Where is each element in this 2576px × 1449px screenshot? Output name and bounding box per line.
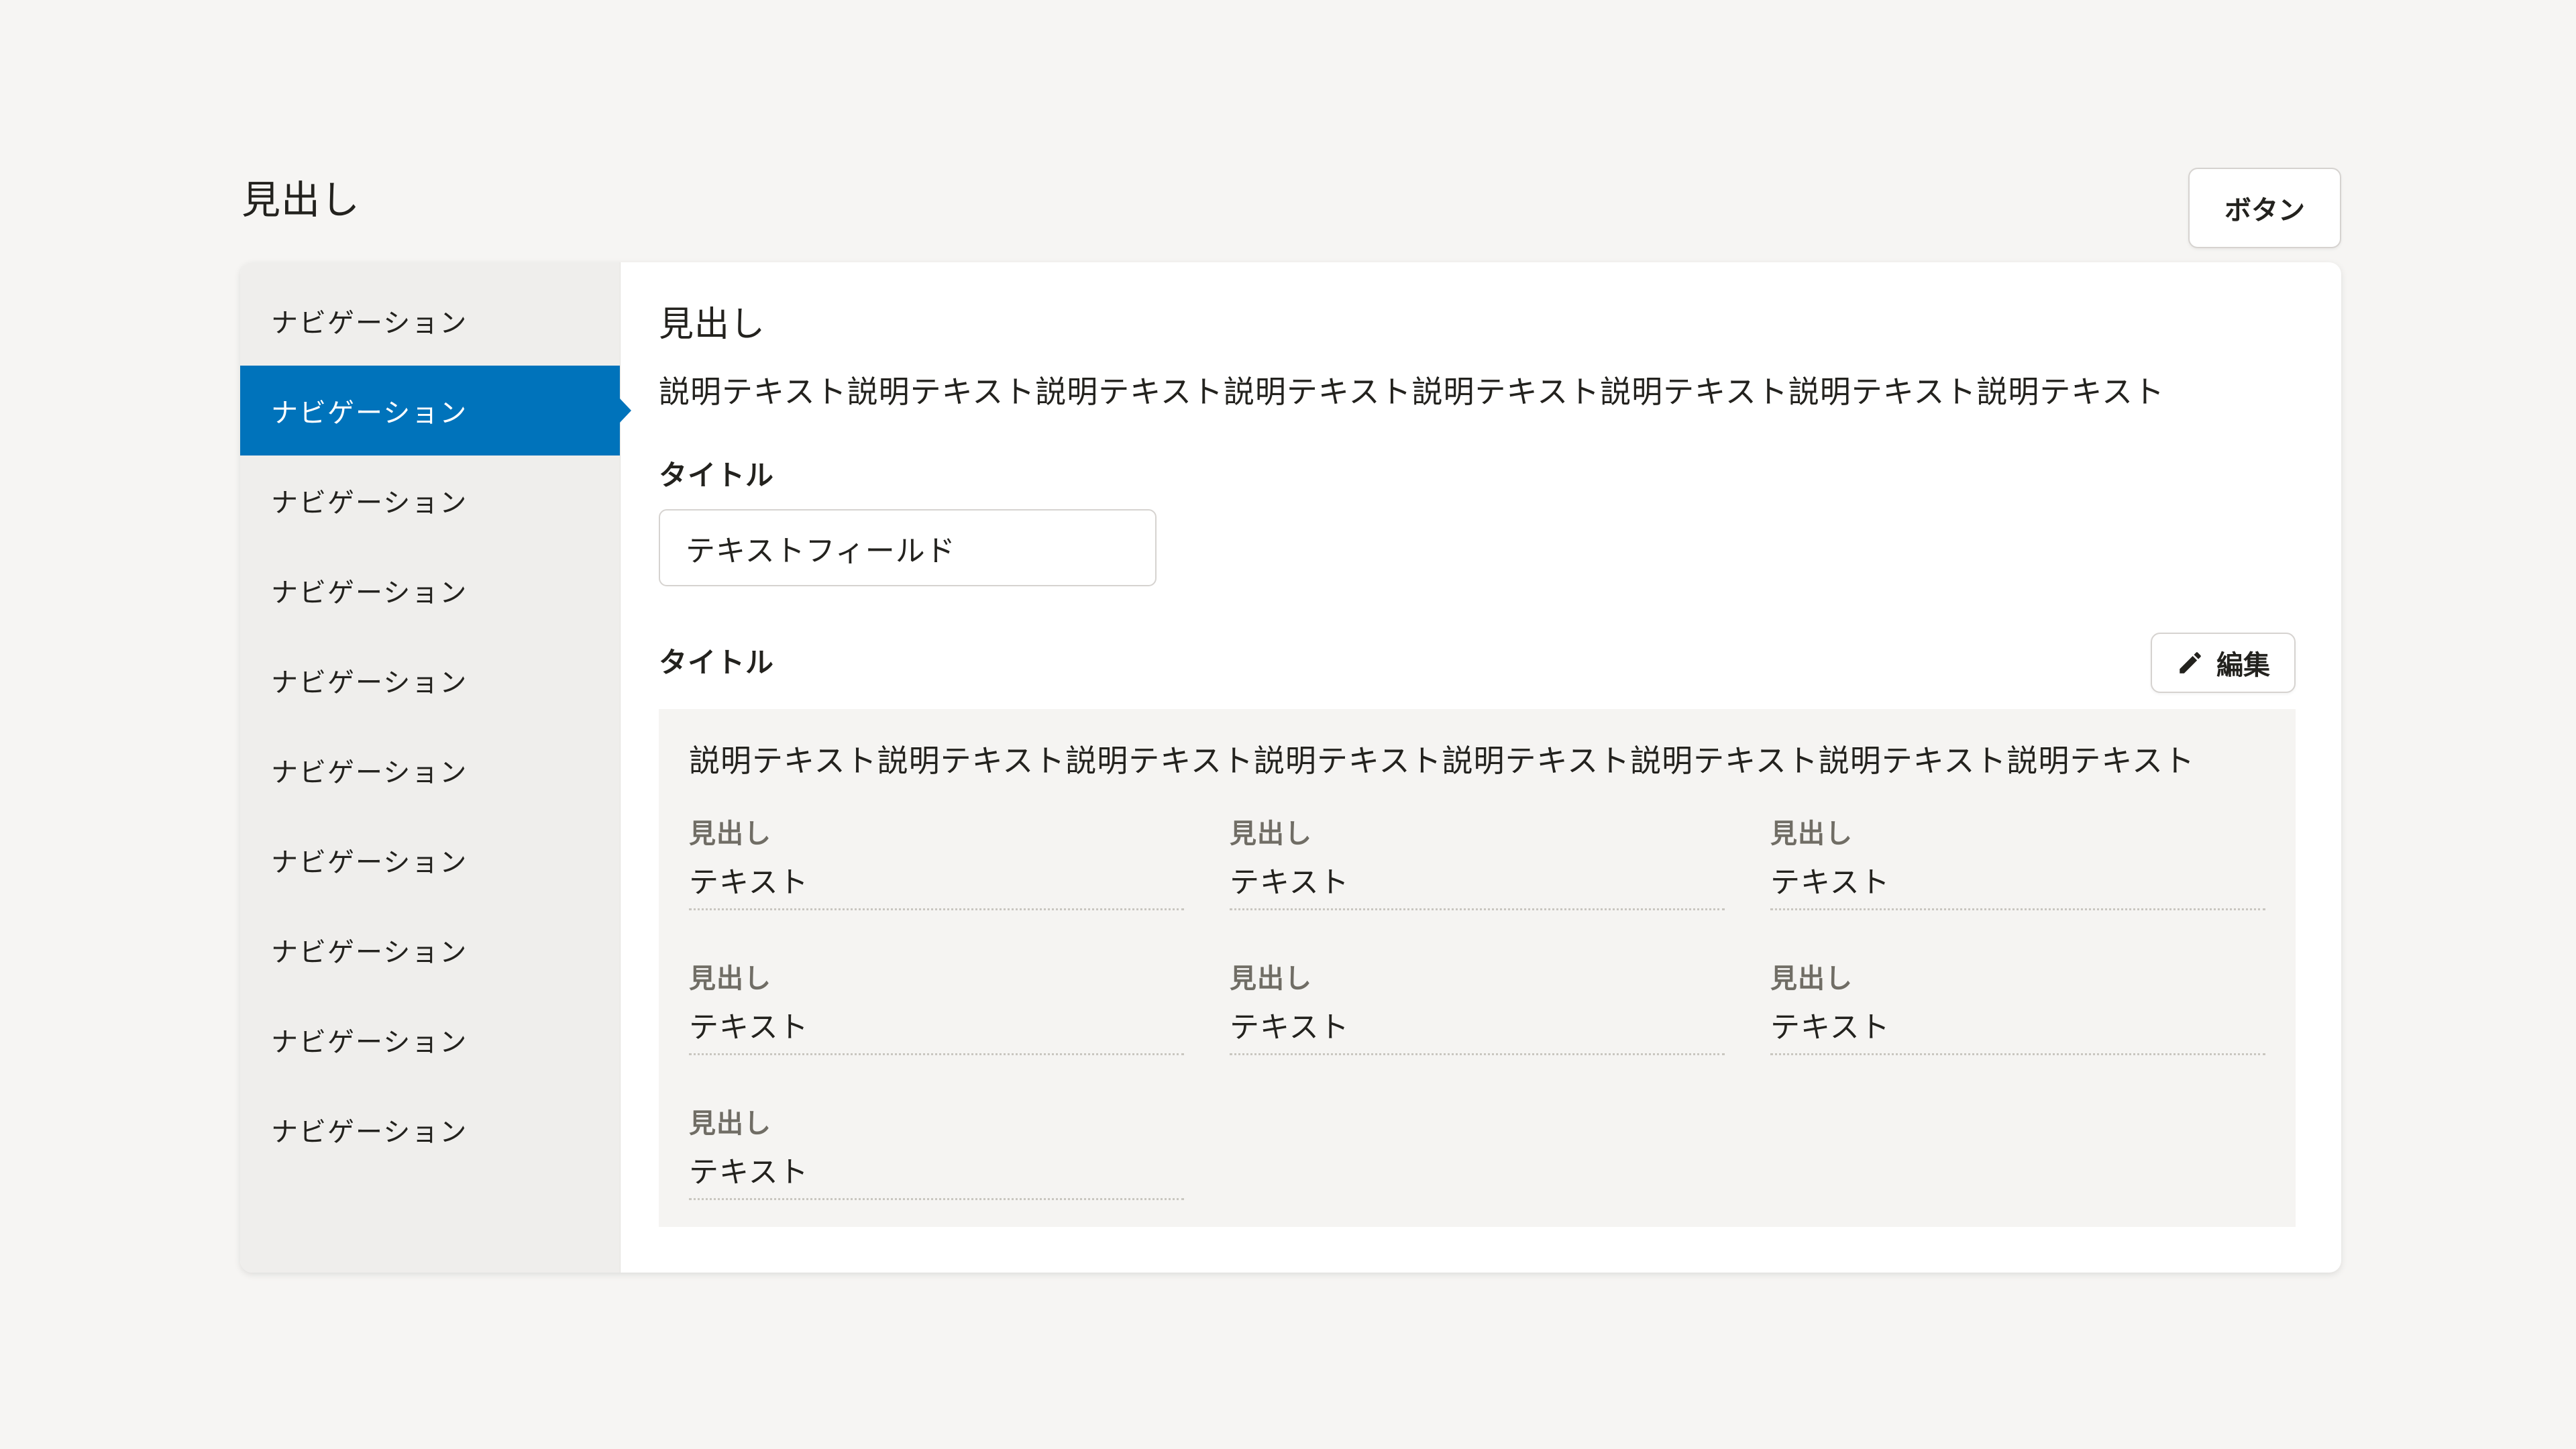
edit-button[interactable]: 編集: [2151, 633, 2296, 693]
definition-term: 見出し: [1230, 964, 1312, 994]
panel-description: 説明テキスト説明テキスト説明テキスト説明テキスト説明テキスト説明テキスト説明テキ…: [689, 743, 2195, 778]
field-label: タイトル: [659, 460, 775, 491]
nav-item-label: ナビゲーション: [271, 758, 468, 788]
definition-item: 見出し テキスト: [689, 963, 1184, 1055]
content-heading: 見出し: [659, 305, 766, 344]
definition-value: テキスト: [689, 1156, 809, 1189]
definition-grid: 見出し テキスト 見出し テキスト 見出し テキスト 見出し テキスト 見出し …: [689, 818, 2265, 1200]
nav-item-label: ナビゲーション: [271, 488, 468, 518]
content-description: 説明テキスト説明テキスト説明テキスト説明テキスト説明テキスト説明テキスト説明テキ…: [659, 374, 2165, 409]
nav-item[interactable]: ナビゲーション: [240, 366, 631, 455]
edit-button-label: 編集: [2216, 651, 2270, 680]
definition-value: テキスト: [689, 1011, 809, 1044]
definition-term: 見出し: [689, 964, 771, 994]
nav-item[interactable]: ナビゲーション: [240, 725, 620, 815]
definition-term: 見出し: [1230, 819, 1312, 849]
nav-item-label: ナビゲーション: [271, 938, 468, 967]
page-title: 見出し: [241, 178, 361, 222]
definition-value: テキスト: [689, 866, 809, 899]
main-content: 見出し 説明テキスト説明テキスト説明テキスト説明テキスト説明テキスト説明テキスト…: [621, 262, 2341, 1273]
section-title: タイトル: [659, 647, 775, 678]
nav-item-label: ナビゲーション: [271, 578, 468, 608]
nav-item-label: ナビゲーション: [271, 668, 468, 698]
definition-term: 見出し: [689, 819, 771, 849]
action-button[interactable]: ボタン: [2188, 168, 2341, 248]
nav-selected-arrow-icon: [619, 398, 631, 423]
definition-term: 見出し: [689, 1109, 771, 1138]
nav-item[interactable]: ナビゲーション: [240, 455, 620, 545]
pencil-icon: [2176, 649, 2204, 677]
nav-item[interactable]: ナビゲーション: [240, 995, 620, 1085]
title-text-field[interactable]: [659, 509, 1157, 586]
nav-item[interactable]: ナビゲーション: [240, 905, 620, 995]
definition-item: 見出し テキスト: [1770, 963, 2265, 1055]
definition-value: テキスト: [1230, 866, 1350, 899]
nav-item-label: ナビゲーション: [271, 1118, 468, 1147]
nav-item-label: ナビゲーション: [271, 1028, 468, 1057]
nav-item-label: ナビゲーション: [271, 848, 468, 877]
nav-item-label: ナビゲーション: [271, 398, 468, 428]
page-background: { "page": { "title": "見出し", "action_butt…: [0, 0, 2576, 1449]
info-panel: 説明テキスト説明テキスト説明テキスト説明テキスト説明テキスト説明テキスト説明テキ…: [659, 709, 2296, 1227]
definition-value: テキスト: [1770, 866, 1890, 899]
nav-item[interactable]: ナビゲーション: [240, 815, 620, 905]
definition-value: テキスト: [1230, 1011, 1350, 1044]
side-nav: ナビゲーション ナビゲーション ナビゲーション ナビゲーション ナビゲーション: [240, 262, 631, 1273]
section-title-row: タイトル 編集: [659, 633, 2296, 693]
nav-item-label: ナビゲーション: [271, 309, 468, 338]
definition-item: 見出し テキスト: [689, 1108, 1184, 1200]
definition-term: 見出し: [1770, 819, 1853, 849]
nav-item[interactable]: ナビゲーション: [240, 545, 620, 635]
nav-item[interactable]: ナビゲーション: [240, 635, 620, 725]
definition-item: 見出し テキスト: [1770, 818, 2265, 910]
content-card: ナビゲーション ナビゲーション ナビゲーション ナビゲーション ナビゲーション: [240, 262, 2341, 1273]
nav-item[interactable]: ナビゲーション: [240, 276, 620, 366]
nav-item[interactable]: ナビゲーション: [240, 1085, 620, 1175]
definition-value: テキスト: [1770, 1011, 1890, 1044]
definition-item: 見出し テキスト: [689, 818, 1184, 910]
definition-term: 見出し: [1770, 964, 1853, 994]
definition-item: 見出し テキスト: [1230, 818, 1725, 910]
definition-item: 見出し テキスト: [1230, 963, 1725, 1055]
